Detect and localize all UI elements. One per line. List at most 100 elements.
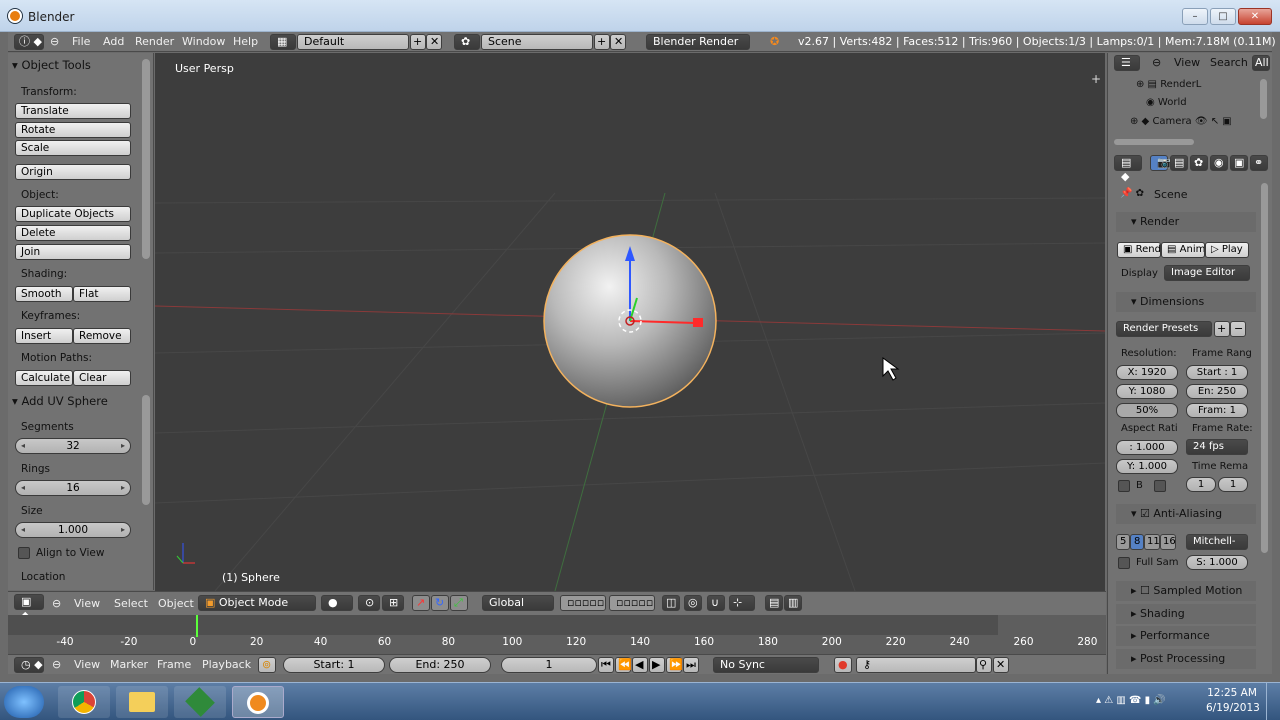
clear-button[interactable]: Clear bbox=[73, 370, 131, 386]
properties-scrollbar[interactable] bbox=[1261, 183, 1268, 553]
performance-panel-header[interactable]: ▸ Performance bbox=[1116, 626, 1256, 646]
insert-keyframe-button[interactable]: Insert bbox=[15, 328, 73, 344]
screen-layout-icon[interactable]: ▦ bbox=[270, 34, 296, 50]
scale-button[interactable]: Scale bbox=[15, 140, 131, 156]
menu-add[interactable]: Add bbox=[103, 35, 124, 48]
menu-select-3d[interactable]: Select bbox=[114, 597, 148, 610]
menu-toggle-icon[interactable]: ⊖ bbox=[50, 35, 59, 48]
aa-filter-size-field[interactable]: S: 1.000 bbox=[1186, 555, 1248, 570]
post-processing-panel-header[interactable]: ▸ Post Processing bbox=[1116, 649, 1256, 669]
outliner-item-camera[interactable]: ⊕ ◆ Camera 👁 ↖ ▣ bbox=[1130, 116, 1232, 127]
origin-button[interactable]: Origin bbox=[15, 164, 131, 180]
manipulator-toggle-icon[interactable]: ⊞ bbox=[382, 595, 404, 611]
sampled-motion-blur-panel-header[interactable]: ▸ ☐ Sampled Motion Blur bbox=[1116, 581, 1256, 617]
calculate-button[interactable]: Calculate bbox=[15, 370, 73, 386]
menu-object-3d[interactable]: Object bbox=[158, 597, 194, 610]
editor-type-button[interactable]: ⓘ ◆ bbox=[14, 34, 44, 50]
align-to-view-checkbox[interactable] bbox=[18, 547, 30, 559]
render-presets-select[interactable]: Render Presets bbox=[1116, 321, 1212, 337]
lock-camera-icon[interactable]: ◫ bbox=[662, 595, 680, 611]
menu-toggle-icon-timeline[interactable]: ⊖ bbox=[52, 658, 61, 671]
crop-checkbox[interactable] bbox=[1154, 480, 1166, 492]
menu-toggle-icon-3d[interactable]: ⊖ bbox=[52, 597, 61, 610]
editor-type-button-3d[interactable]: ▣ ◆ bbox=[14, 594, 44, 622]
scene-icon[interactable]: ✿ bbox=[454, 34, 480, 50]
join-button[interactable]: Join bbox=[15, 244, 131, 260]
menu-help[interactable]: Help bbox=[233, 35, 258, 48]
constraints-tab-icon[interactable]: ⚭ bbox=[1250, 155, 1268, 171]
jump-keyframe-back-icon[interactable]: ⏪ bbox=[615, 657, 632, 673]
menu-view-3d[interactable]: View bbox=[74, 597, 100, 610]
frame-rate-select[interactable]: 24 fps bbox=[1186, 439, 1248, 455]
menu-frame[interactable]: Frame bbox=[157, 658, 191, 671]
shelf-scrollbar-bottom[interactable] bbox=[142, 395, 150, 505]
record-icon[interactable]: ● bbox=[834, 657, 852, 673]
pin-icon[interactable]: 📌 ✿ bbox=[1120, 188, 1144, 199]
flat-button[interactable]: Flat bbox=[73, 286, 131, 302]
proportional-edit-icon[interactable]: ◎ bbox=[684, 595, 702, 611]
time-remap-old-field[interactable]: 1 bbox=[1186, 477, 1216, 492]
render-panel-header[interactable]: ▾ Render bbox=[1116, 212, 1256, 232]
display-select[interactable]: Image Editor bbox=[1164, 265, 1250, 281]
tray-icons[interactable]: ▴ ⚠ ▥ ☎ ▮ 🔊 bbox=[1096, 695, 1166, 706]
menu-playback[interactable]: Playback bbox=[202, 658, 251, 671]
shading-panel-header[interactable]: ▸ Shading bbox=[1116, 604, 1256, 624]
editor-type-button-props[interactable]: ▤ ◆ bbox=[1114, 155, 1142, 183]
rings-field[interactable]: ◂ 16 ▸ bbox=[15, 480, 131, 496]
object-tab-icon[interactable]: ▣ bbox=[1230, 155, 1248, 171]
chrome-taskbar-icon[interactable] bbox=[58, 686, 110, 718]
current-frame-field[interactable]: 1 bbox=[501, 657, 597, 673]
show-desktop-button[interactable] bbox=[1266, 683, 1280, 720]
clock-date[interactable]: 6/19/2013 bbox=[1206, 702, 1260, 714]
play-icon[interactable]: ▶ bbox=[649, 657, 665, 673]
size-field[interactable]: ◂ 1.000 ▸ bbox=[15, 522, 131, 538]
maximize-button[interactable]: □ bbox=[1210, 8, 1236, 25]
frame-start-field[interactable]: Start : 1 bbox=[1186, 365, 1248, 380]
opengl-render-icon[interactable]: ▤ bbox=[765, 595, 783, 611]
segments-field[interactable]: ◂ 32 ▸ bbox=[15, 438, 131, 454]
menu-render[interactable]: Render bbox=[135, 35, 174, 48]
render-tab-icon[interactable]: 📷 bbox=[1150, 155, 1171, 171]
add-layout-icon[interactable]: + bbox=[410, 34, 426, 50]
layers-row-2[interactable]: ▫▫▫▫▫ bbox=[609, 595, 655, 611]
menu-window[interactable]: Window bbox=[182, 35, 225, 48]
world-tab-icon[interactable]: ◉ bbox=[1210, 155, 1228, 171]
scene-tab-icon[interactable]: ✿ bbox=[1190, 155, 1208, 171]
time-remap-new-field[interactable]: 1 bbox=[1218, 477, 1248, 492]
start-button[interactable] bbox=[4, 686, 44, 718]
anti-aliasing-panel-header[interactable]: ▾ ☑ Anti-Aliasing bbox=[1116, 504, 1256, 524]
menu-view-outliner[interactable]: View bbox=[1174, 56, 1200, 69]
remove-preset-icon[interactable]: − bbox=[1230, 321, 1246, 337]
clock-time[interactable]: 12:25 AM bbox=[1206, 687, 1258, 699]
dimensions-panel-header[interactable]: ▾ Dimensions bbox=[1116, 292, 1256, 312]
jump-keyframe-forward-icon[interactable]: ⏩ bbox=[666, 657, 683, 673]
aa-samples-5[interactable]: 5 bbox=[1116, 534, 1130, 550]
outliner-display-select[interactable]: All bbox=[1252, 55, 1270, 71]
add-preset-icon[interactable]: + bbox=[1214, 321, 1230, 337]
outliner-item-world[interactable]: ◉ World bbox=[1146, 97, 1187, 108]
mode-select[interactable]: ▣ Object Mode bbox=[198, 595, 316, 611]
opengl-anim-icon[interactable]: ▥ bbox=[784, 595, 802, 611]
jump-end-icon[interactable]: ⏭ bbox=[683, 657, 699, 673]
menu-file[interactable]: File bbox=[72, 35, 90, 48]
timeline-area[interactable]: -40 -20 0 20 40 60 80 100 120 140 160 180 200 220 240 2… bbox=[8, 615, 1106, 655]
add-scene-icon[interactable]: + bbox=[594, 34, 610, 50]
menu-marker[interactable]: Marker bbox=[110, 658, 148, 671]
frame-step-field[interactable]: Fram: 1 bbox=[1186, 403, 1248, 418]
viewport-corner-plus-icon[interactable]: + bbox=[1091, 72, 1101, 86]
menu-toggle-icon-outliner[interactable]: ⊖ bbox=[1152, 56, 1161, 69]
transform-orientation-select[interactable]: Global bbox=[482, 595, 554, 611]
full-sample-checkbox[interactable] bbox=[1118, 557, 1130, 569]
x-gizmo-head[interactable] bbox=[693, 318, 703, 327]
aspect-y-field[interactable]: Y: 1.000 bbox=[1116, 459, 1178, 474]
remove-keyframe-button[interactable]: Remove bbox=[73, 328, 131, 344]
remove-scene-icon[interactable]: ✕ bbox=[610, 34, 626, 50]
frame-end-field[interactable]: En: 250 bbox=[1186, 384, 1248, 399]
duplicate-objects-button[interactable]: Duplicate Objects bbox=[15, 206, 131, 222]
resolution-percent-field[interactable]: 50% bbox=[1116, 403, 1178, 418]
play-reverse-icon[interactable]: ◀ bbox=[632, 657, 648, 673]
snap-icon[interactable]: ∪ bbox=[707, 595, 725, 611]
current-frame-marker[interactable] bbox=[196, 615, 198, 637]
aa-filter-select[interactable]: Mitchell- bbox=[1186, 534, 1248, 550]
jump-start-icon[interactable]: ⏮ bbox=[598, 657, 614, 673]
